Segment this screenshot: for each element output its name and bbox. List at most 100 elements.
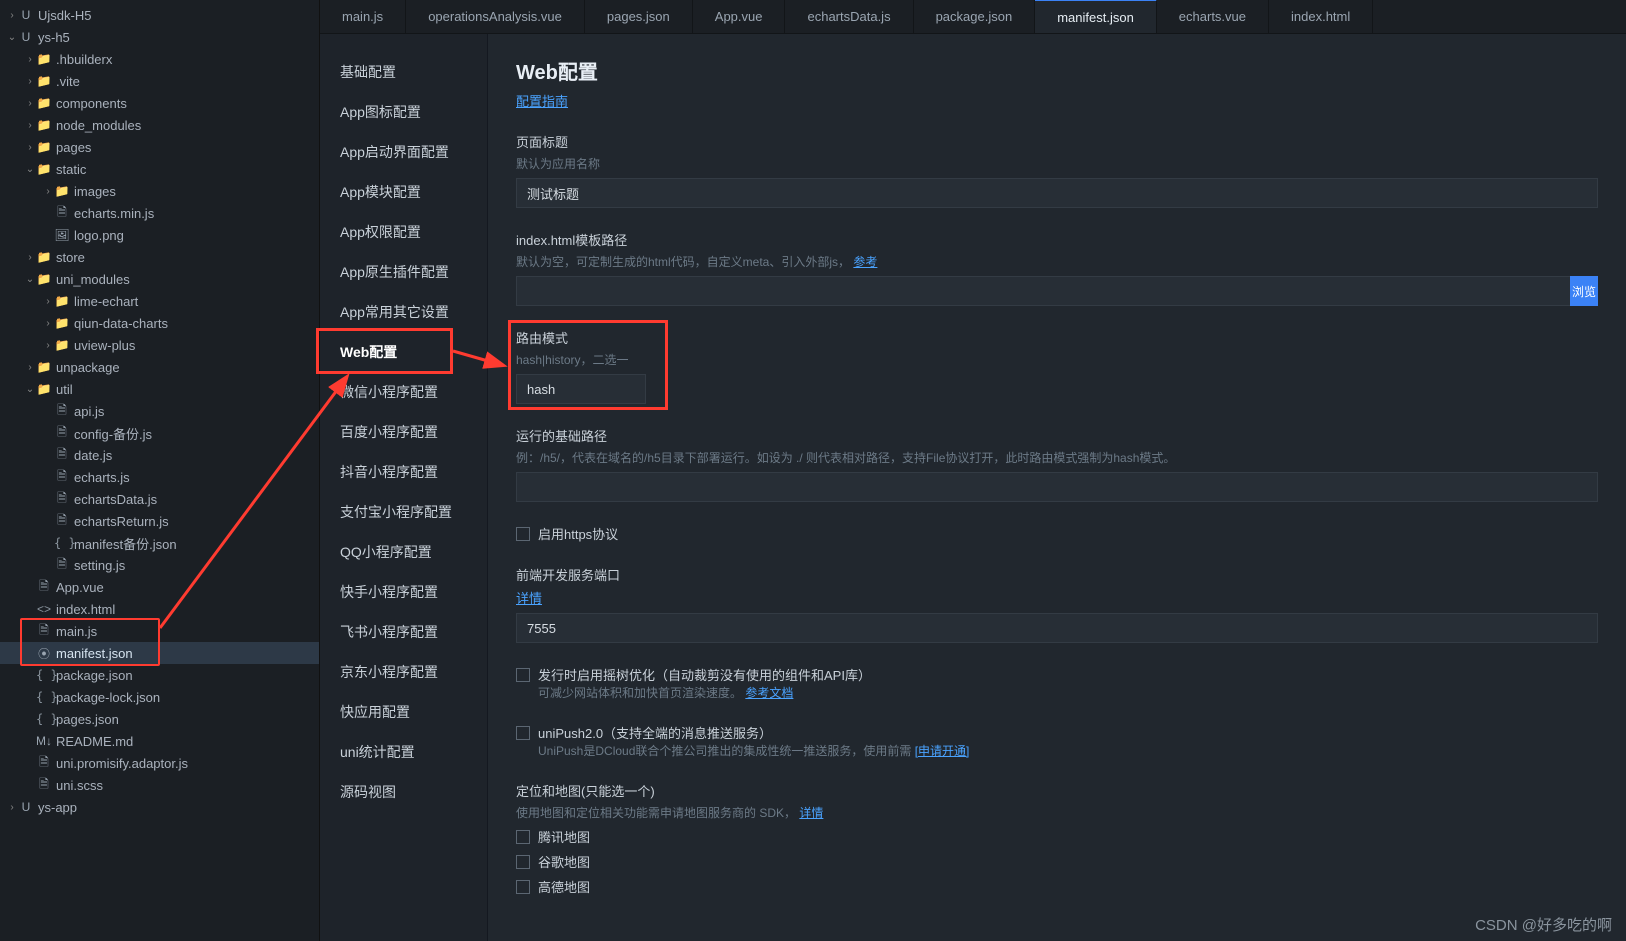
subnav-item[interactable]: 微信小程序配置 — [320, 372, 487, 412]
tree-file[interactable]: 🗎uni.scss — [0, 774, 319, 796]
editor-tab[interactable]: echarts.vue — [1157, 0, 1269, 33]
tree-folder[interactable]: ›📁store — [0, 246, 319, 268]
page-title-input[interactable] — [516, 178, 1598, 208]
config-guide-link[interactable]: 配置指南 — [516, 94, 568, 109]
apply-link[interactable]: [申请开通] — [915, 744, 970, 758]
editor-tab[interactable]: App.vue — [693, 0, 786, 33]
tree-file[interactable]: 🗎main.js — [0, 620, 319, 642]
subnav-item[interactable]: App原生插件配置 — [320, 252, 487, 292]
browse-button[interactable]: 浏览 — [1570, 276, 1598, 306]
file-explorer[interactable]: › U Ujsdk-H5 ⌄ U ys-h5 ›📁.hbuilderx›📁.vi… — [0, 0, 320, 941]
checkbox-icon[interactable] — [516, 726, 530, 740]
template-path-input[interactable] — [516, 276, 1598, 306]
checkbox-icon[interactable] — [516, 855, 530, 869]
tree-file[interactable]: 🗎echarts.js — [0, 466, 319, 488]
subnav-item[interactable]: 百度小程序配置 — [320, 412, 487, 452]
editor-tab[interactable]: echartsData.js — [785, 0, 913, 33]
checkbox-icon[interactable] — [516, 830, 530, 844]
map-tencent-checkbox[interactable]: 腾讯地图 — [516, 827, 1598, 846]
tree-file[interactable]: M↓ README.md — [0, 730, 319, 752]
subnav-item[interactable]: 基础配置 — [320, 52, 487, 92]
tree-file[interactable]: 🗎App.vue — [0, 576, 319, 598]
subnav-item[interactable]: Web配置 — [320, 332, 487, 372]
checkbox-icon[interactable] — [516, 668, 530, 682]
tree-file[interactable]: { }package-lock.json — [0, 686, 319, 708]
tree-folder[interactable]: ›📁uview-plus — [0, 334, 319, 356]
tree-file[interactable]: { }package.json — [0, 664, 319, 686]
subnav-item[interactable]: App图标配置 — [320, 92, 487, 132]
editor-tab[interactable]: package.json — [914, 0, 1036, 33]
https-checkbox-row[interactable]: 启用https协议 — [516, 524, 1598, 543]
tree-folder[interactable]: ›📁.vite — [0, 70, 319, 92]
subnav-item[interactable]: 快手小程序配置 — [320, 572, 487, 612]
detail-link[interactable]: 详情 — [799, 806, 823, 820]
treeshake-checkbox-row[interactable]: 发行时启用摇树优化（自动裁剪没有使用的组件和API库） — [516, 665, 1598, 684]
subnav-item[interactable]: 京东小程序配置 — [320, 652, 487, 692]
tree-folder[interactable]: ⌄📁util — [0, 378, 319, 400]
map-amap-checkbox[interactable]: 高德地图 — [516, 877, 1598, 896]
project-root-3[interactable]: › U ys-app — [0, 796, 319, 818]
tree-label: .hbuilderx — [56, 52, 311, 67]
reference-link[interactable]: 参考 — [853, 255, 877, 269]
editor-tab[interactable]: main.js — [320, 0, 406, 33]
project-root-1[interactable]: › U Ujsdk-H5 — [0, 4, 319, 26]
project-root-2[interactable]: ⌄ U ys-h5 — [0, 26, 319, 48]
base-path-input[interactable] — [516, 472, 1598, 502]
dev-port-input[interactable] — [516, 613, 1598, 643]
tree-file[interactable]: 🗎echarts.min.js — [0, 202, 319, 224]
subnav-item[interactable]: 源码视图 — [320, 772, 487, 812]
tree-file[interactable]: 🗎date.js — [0, 444, 319, 466]
tree-file[interactable]: 🗎uni.promisify.adaptor.js — [0, 752, 319, 774]
reference-link[interactable]: 参考文档 — [745, 686, 793, 700]
tree-file[interactable]: <>index.html — [0, 598, 319, 620]
detail-link[interactable]: 详情 — [516, 591, 542, 606]
tree-file[interactable]: 🖼logo.png — [0, 224, 319, 246]
tree-folder[interactable]: ›📁lime-echart — [0, 290, 319, 312]
checkbox-icon[interactable] — [516, 527, 530, 541]
tree-folder[interactable]: ›📁qiun-data-charts — [0, 312, 319, 334]
tree-file[interactable]: 🗎api.js — [0, 400, 319, 422]
subnav-item[interactable]: 飞书小程序配置 — [320, 612, 487, 652]
settings-content[interactable]: Web配置 配置指南 页面标题 默认为应用名称 index.html模板路径 默… — [488, 34, 1626, 941]
editor-tab[interactable]: operationsAnalysis.vue — [406, 0, 585, 33]
tree-label: README.md — [56, 734, 311, 749]
subnav-item[interactable]: App权限配置 — [320, 212, 487, 252]
file-icon: 🗎 — [54, 489, 70, 510]
subnav-item[interactable]: App启动界面配置 — [320, 132, 487, 172]
tree-file[interactable]: { }pages.json — [0, 708, 319, 730]
editor-tab[interactable]: manifest.json — [1035, 0, 1157, 33]
md-icon: M↓ — [36, 734, 52, 748]
field-hint: 默认为空，可定制生成的html代码，自定义meta、引入外部js， 参考 — [516, 253, 1598, 270]
subnav-item[interactable]: App模块配置 — [320, 172, 487, 212]
map-google-checkbox[interactable]: 谷歌地图 — [516, 852, 1598, 871]
tree-label: package.json — [56, 668, 311, 683]
folder-icon: 📁 — [36, 74, 52, 88]
tree-folder[interactable]: ›📁unpackage — [0, 356, 319, 378]
tree-label: echarts.min.js — [74, 206, 311, 221]
unipush-checkbox-row[interactable]: uniPush2.0（支持全端的消息推送服务） — [516, 723, 1598, 742]
editor-tab[interactable]: pages.json — [585, 0, 693, 33]
subnav-item[interactable]: 快应用配置 — [320, 692, 487, 732]
tree-file[interactable]: ⦿manifest.json — [0, 642, 319, 664]
subnav-item[interactable]: QQ小程序配置 — [320, 532, 487, 572]
tree-folder[interactable]: ›📁pages — [0, 136, 319, 158]
route-mode-input[interactable] — [516, 374, 646, 404]
tree-folder[interactable]: ›📁node_modules — [0, 114, 319, 136]
checkbox-icon[interactable] — [516, 880, 530, 894]
editor-tab[interactable]: index.html — [1269, 0, 1373, 33]
tree-file[interactable]: 🗎setting.js — [0, 554, 319, 576]
tree-folder[interactable]: ›📁components — [0, 92, 319, 114]
subnav-item[interactable]: 支付宝小程序配置 — [320, 492, 487, 532]
tree-folder[interactable]: ›📁.hbuilderx — [0, 48, 319, 70]
tree-folder[interactable]: ›📁images — [0, 180, 319, 202]
tree-folder[interactable]: ⌄📁uni_modules — [0, 268, 319, 290]
tree-file[interactable]: 🗎echartsData.js — [0, 488, 319, 510]
tree-file[interactable]: 🗎echartsReturn.js — [0, 510, 319, 532]
tree-file[interactable]: 🗎config-备份.js — [0, 422, 319, 444]
subnav-item[interactable]: 抖音小程序配置 — [320, 452, 487, 492]
subnav-item[interactable]: App常用其它设置 — [320, 292, 487, 332]
tree-file[interactable]: { }manifest备份.json — [0, 532, 319, 554]
subnav-item[interactable]: uni统计配置 — [320, 732, 487, 772]
file-icon: 🗎 — [36, 753, 52, 774]
tree-folder[interactable]: ⌄📁static — [0, 158, 319, 180]
